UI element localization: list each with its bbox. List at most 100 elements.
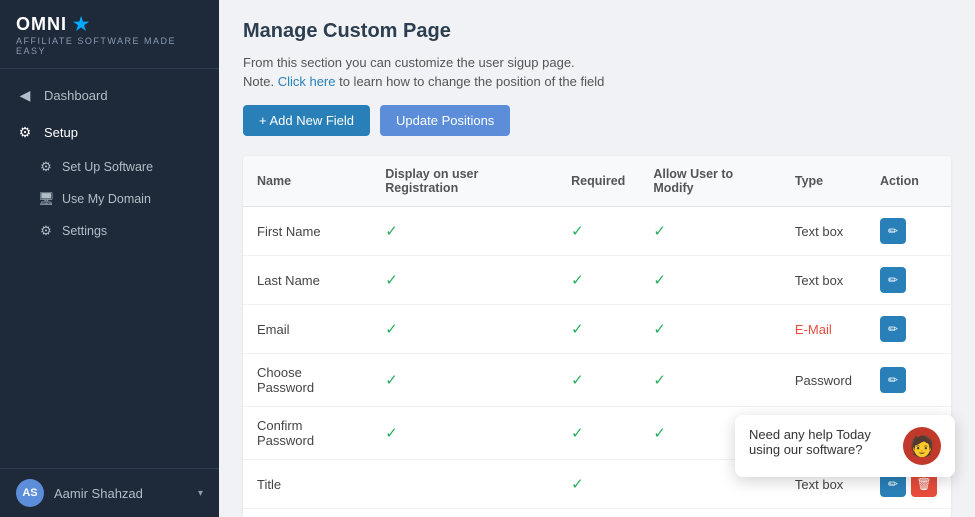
check-icon: ✓: [385, 321, 398, 338]
cell-display: ✓: [371, 354, 557, 407]
cell-display: ✓: [371, 207, 557, 256]
description: From this section you can customize the …: [243, 55, 951, 70]
edit-button[interactable]: ✏: [880, 267, 906, 293]
domain-icon: 🖥: [38, 191, 54, 207]
cell-name: First Name: [243, 207, 371, 256]
cell-display: [371, 509, 557, 517]
note: Note. Click here to learn how to change …: [243, 74, 951, 89]
cell-action: ✏🗑: [866, 509, 951, 517]
sidebar-item-use-my-domain[interactable]: 🖥 Use My Domain: [0, 183, 219, 215]
col-name: Name: [243, 156, 371, 207]
cell-name: Choose Password: [243, 354, 371, 407]
sidebar-nav: ◀ Dashboard ⚙ Setup ⚙ Set Up Software 🖥 …: [0, 69, 219, 468]
sidebar-item-settings[interactable]: ⚙ Settings: [0, 215, 219, 247]
check-icon: ✓: [653, 223, 666, 240]
update-positions-button[interactable]: Update Positions: [380, 105, 510, 136]
chat-message: Need any help Today using our software?: [749, 427, 893, 457]
col-type: Type: [781, 156, 866, 207]
sidebar-item-label: Settings: [62, 224, 107, 238]
settings-icon: ⚙: [38, 223, 54, 239]
check-icon: ✓: [385, 372, 398, 389]
table-row: Last Name ✓ ✓ ✓ Text box ✏: [243, 256, 951, 305]
setup-icon: ⚙: [16, 124, 34, 141]
note-prefix: Note.: [243, 74, 278, 89]
note-suffix: to learn how to change the position of t…: [335, 74, 604, 89]
cell-display: [371, 460, 557, 509]
cell-action: ✏: [866, 207, 951, 256]
page-title: Manage Custom Page: [243, 20, 951, 43]
cell-type: Text box: [781, 256, 866, 305]
cell-action: ✏: [866, 256, 951, 305]
cell-name: Title: [243, 460, 371, 509]
edit-button[interactable]: ✏: [880, 316, 906, 342]
check-icon: ✓: [571, 372, 584, 389]
set-up-software-icon: ⚙: [38, 159, 54, 175]
cell-name: Confirm Password: [243, 407, 371, 460]
check-icon: ✓: [653, 372, 666, 389]
add-new-field-button[interactable]: + Add New Field: [243, 105, 370, 136]
sidebar-item-label: Use My Domain: [62, 192, 151, 206]
cell-name: Company: [243, 509, 371, 517]
check-icon: ✓: [385, 272, 398, 289]
table-row: Company ✓ ✏🗑: [243, 509, 951, 517]
cell-action: ✏: [866, 305, 951, 354]
cell-required: ✓: [557, 354, 639, 407]
cell-display: ✓: [371, 305, 557, 354]
chat-popup: Need any help Today using our software? …: [735, 415, 955, 477]
sidebar: OMNI★ AFFILIATE SOFTWARE MADE EASY ◀ Das…: [0, 0, 219, 517]
col-display: Display on user Registration: [371, 156, 557, 207]
table-row: First Name ✓ ✓ ✓ Text box ✏: [243, 207, 951, 256]
cell-display: ✓: [371, 407, 557, 460]
check-icon: ✓: [571, 476, 584, 493]
click-here-link[interactable]: Click here: [278, 74, 336, 89]
action-buttons: ✏: [880, 367, 937, 393]
cell-type: [781, 509, 866, 517]
cell-display: ✓: [371, 256, 557, 305]
cell-required: ✓: [557, 460, 639, 509]
check-icon: ✓: [571, 272, 584, 289]
avatar: AS: [16, 479, 44, 507]
sidebar-item-label: Setup: [44, 125, 78, 140]
user-footer[interactable]: AS Aamir Shahzad ▾: [0, 468, 219, 517]
cell-required: ✓: [557, 256, 639, 305]
sidebar-item-dashboard[interactable]: ◀ Dashboard: [0, 77, 219, 114]
cell-name: Email: [243, 305, 371, 354]
cell-name: Last Name: [243, 256, 371, 305]
col-action: Action: [866, 156, 951, 207]
check-icon: ✓: [571, 321, 584, 338]
check-icon: ✓: [653, 425, 666, 442]
toolbar: + Add New Field Update Positions: [243, 105, 951, 136]
chat-avatar: 🧑: [903, 427, 941, 465]
user-name: Aamir Shahzad: [54, 486, 143, 501]
type-label: E-Mail: [795, 322, 832, 337]
col-allow-modify: Allow User to Modify: [639, 156, 781, 207]
edit-button[interactable]: ✏: [880, 367, 906, 393]
logo: OMNI★ AFFILIATE SOFTWARE MADE EASY: [0, 0, 219, 69]
chevron-down-icon: ▾: [198, 488, 203, 499]
cell-required: ✓: [557, 407, 639, 460]
check-icon: ✓: [653, 321, 666, 338]
check-icon: ✓: [385, 425, 398, 442]
sidebar-item-label: Set Up Software: [62, 160, 153, 174]
cell-required: ✓: [557, 509, 639, 517]
check-icon: ✓: [653, 272, 666, 289]
table-header-row: Name Display on user Registration Requir…: [243, 156, 951, 207]
cell-type: E-Mail: [781, 305, 866, 354]
logo-star: ★: [73, 14, 89, 35]
action-buttons: ✏: [880, 267, 937, 293]
cell-allow-modify: ✓: [639, 256, 781, 305]
cell-allow-modify: ✓: [639, 207, 781, 256]
cell-type: Text box: [781, 207, 866, 256]
cell-action: ✏: [866, 354, 951, 407]
table-row: Email ✓ ✓ ✓ E-Mail ✏: [243, 305, 951, 354]
edit-button[interactable]: ✏: [880, 218, 906, 244]
cell-allow-modify: ✓: [639, 305, 781, 354]
sidebar-item-setup[interactable]: ⚙ Setup: [0, 114, 219, 151]
check-icon: ✓: [385, 223, 398, 240]
check-icon: ✓: [571, 425, 584, 442]
check-icon: ✓: [571, 223, 584, 240]
action-buttons: ✏: [880, 316, 937, 342]
sidebar-item-set-up-software[interactable]: ⚙ Set Up Software: [0, 151, 219, 183]
cell-required: ✓: [557, 207, 639, 256]
cell-allow-modify: [639, 509, 781, 517]
